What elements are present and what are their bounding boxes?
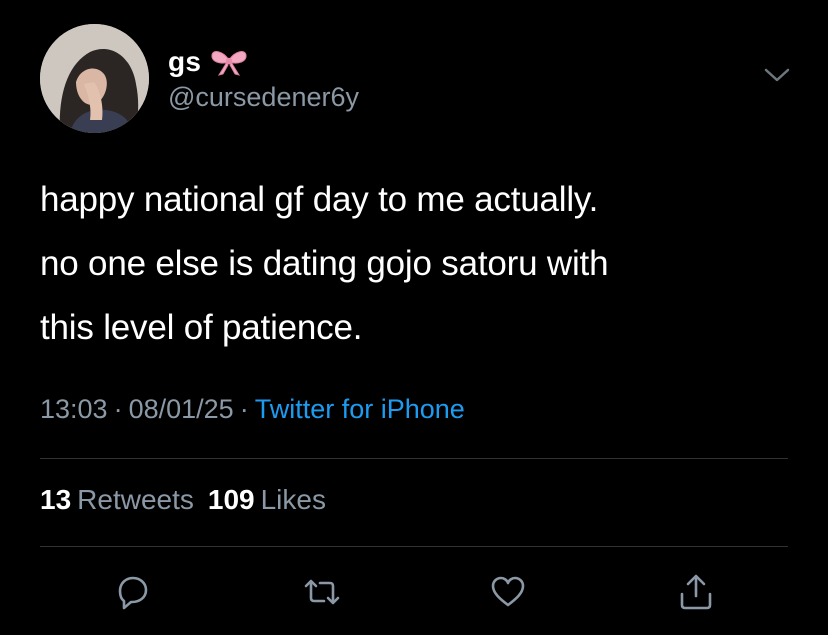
like-icon[interactable] bbox=[488, 572, 528, 612]
chevron-down-icon[interactable] bbox=[760, 62, 794, 88]
avatar[interactable] bbox=[40, 24, 149, 133]
bow-icon bbox=[209, 47, 249, 77]
tweet-text: happy national gf day to me actually. no… bbox=[40, 168, 800, 360]
divider bbox=[40, 458, 788, 459]
share-icon[interactable] bbox=[676, 572, 716, 612]
tweet-line: no one else is dating gojo satoru with bbox=[40, 244, 609, 283]
action-bar bbox=[0, 572, 828, 612]
tweet-stats: 13 Retweets 109 Likes bbox=[40, 484, 340, 516]
likes-label[interactable]: Likes bbox=[261, 484, 326, 515]
retweet-icon[interactable] bbox=[302, 572, 342, 612]
retweets-label[interactable]: Retweets bbox=[77, 484, 194, 515]
author-name-row[interactable]: gs bbox=[168, 44, 249, 80]
tweet-time[interactable]: 13:03 bbox=[40, 394, 108, 424]
retweets-count[interactable]: 13 bbox=[40, 484, 71, 515]
tweet-source-link[interactable]: Twitter for iPhone bbox=[255, 394, 465, 424]
tweet-line: happy national gf day to me actually. bbox=[40, 180, 599, 219]
reply-icon[interactable] bbox=[112, 572, 152, 612]
tweet-meta: 13:03 · 08/01/25 · Twitter for iPhone bbox=[40, 394, 465, 425]
meta-separator: · bbox=[239, 394, 249, 424]
divider bbox=[40, 546, 788, 547]
likes-count[interactable]: 109 bbox=[208, 484, 255, 515]
display-name[interactable]: gs bbox=[168, 46, 201, 78]
tweet-date[interactable]: 08/01/25 bbox=[129, 394, 234, 424]
meta-separator: · bbox=[113, 394, 123, 424]
tweet-line: this level of patience. bbox=[40, 308, 363, 347]
author-handle[interactable]: @cursedener6y bbox=[168, 82, 359, 113]
